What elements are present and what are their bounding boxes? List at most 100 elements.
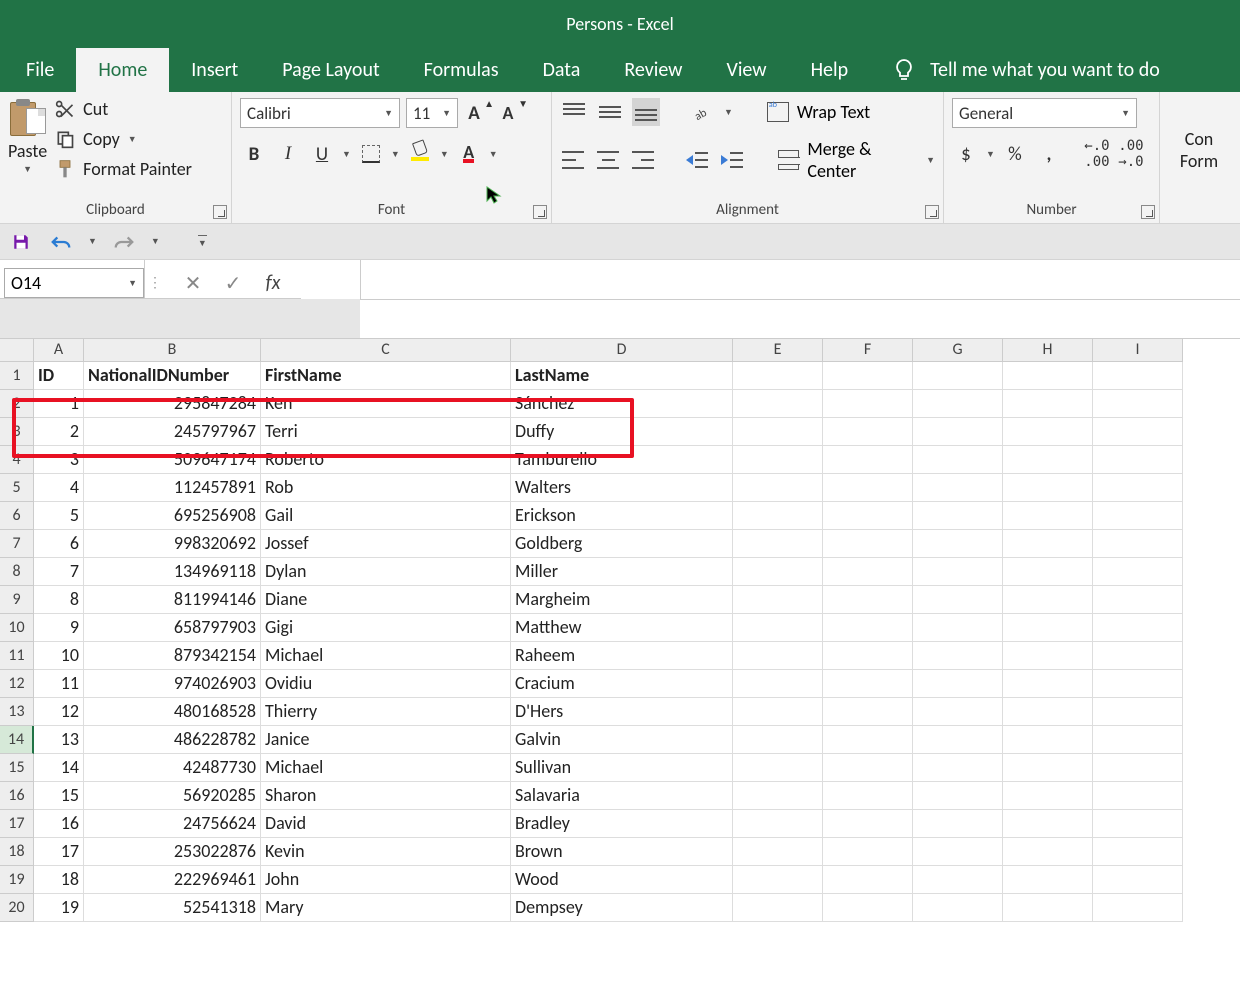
cell[interactable] [1003,754,1093,782]
cell[interactable] [733,726,823,754]
dialog-launcher-icon[interactable] [533,205,547,219]
cell[interactable] [913,502,1003,530]
cell[interactable]: Janice [261,726,511,754]
cell[interactable]: FirstName [261,362,511,390]
chevron-down-icon[interactable]: ▼ [128,134,137,145]
accounting-button[interactable]: $ [952,140,980,168]
percent-button[interactable]: % [1001,140,1029,168]
cell[interactable] [913,754,1003,782]
cell[interactable]: Diane [261,586,511,614]
cell[interactable] [1093,810,1183,838]
cell[interactable] [913,446,1003,474]
cell[interactable] [1003,418,1093,446]
cell[interactable] [733,586,823,614]
tab-page-layout[interactable]: Page Layout [260,48,401,92]
cell[interactable]: Mary [261,894,511,922]
column-header[interactable]: B [84,339,261,362]
fx-icon[interactable]: fx [255,268,291,298]
cell[interactable]: Michael [261,642,511,670]
cell[interactable]: Goldberg [511,530,733,558]
cell[interactable] [913,838,1003,866]
cell[interactable]: 14 [34,754,84,782]
cell[interactable]: 17 [34,838,84,866]
cell[interactable]: 134969118 [84,558,261,586]
tell-me-search[interactable]: Tell me what you want to do [870,48,1182,92]
name-box[interactable]: O14 ▼ [4,268,144,298]
cell[interactable] [1003,446,1093,474]
tab-insert[interactable]: Insert [169,48,260,92]
cell[interactable]: 7 [34,558,84,586]
row-header[interactable]: 13 [0,698,34,726]
cell[interactable] [823,810,913,838]
cell[interactable]: Ovidiu [261,670,511,698]
cell[interactable]: Brown [511,838,733,866]
cell[interactable] [823,474,913,502]
cell[interactable] [823,502,913,530]
cell[interactable]: 480168528 [84,698,261,726]
cell[interactable] [913,698,1003,726]
cell[interactable]: 19 [34,894,84,922]
cut-button[interactable]: Cut [55,98,192,120]
cell[interactable]: 42487730 [84,754,261,782]
cell[interactable] [913,642,1003,670]
column-header[interactable]: I [1093,339,1183,362]
column-header[interactable]: E [733,339,823,362]
cell[interactable] [733,866,823,894]
row-header[interactable]: 12 [0,670,34,698]
copy-button[interactable]: Copy ▼ [55,128,192,150]
tab-view[interactable]: View [704,48,788,92]
tab-home[interactable]: Home [76,48,169,92]
cell[interactable]: Rob [261,474,511,502]
cell[interactable] [1093,782,1183,810]
cell[interactable] [733,754,823,782]
cell[interactable] [1093,894,1183,922]
cell[interactable] [823,698,913,726]
cell[interactable]: David [261,810,511,838]
cell[interactable]: Erickson [511,502,733,530]
cell[interactable]: 11 [34,670,84,698]
cell[interactable] [733,698,823,726]
tab-file[interactable]: File [4,48,76,92]
cell[interactable] [823,838,913,866]
font-size-combo[interactable]: 11▼ [406,98,458,128]
cell[interactable]: 658797903 [84,614,261,642]
row-header[interactable]: 6 [0,502,34,530]
row-header[interactable]: 17 [0,810,34,838]
tab-formulas[interactable]: Formulas [402,48,521,92]
cell[interactable] [1093,698,1183,726]
cell[interactable] [1093,530,1183,558]
cell[interactable] [1003,866,1093,894]
cell[interactable]: Kevin [261,838,511,866]
cell[interactable] [913,670,1003,698]
qat-customize-icon[interactable]: ▼ [198,235,207,249]
decrease-decimal-button[interactable]: .00→.0 [1117,140,1145,168]
chevron-down-icon[interactable]: ▼ [986,149,995,160]
cell[interactable] [913,390,1003,418]
underline-button[interactable]: U [308,140,336,168]
cell[interactable] [1093,726,1183,754]
cell[interactable] [733,894,823,922]
cell[interactable]: 222969461 [84,866,261,894]
chevron-down-icon[interactable]: ▼ [926,155,935,166]
cell[interactable]: 52541318 [84,894,261,922]
cell[interactable]: 24756624 [84,810,261,838]
cell[interactable]: Cracium [511,670,733,698]
cell[interactable]: 4 [34,474,84,502]
cell[interactable] [913,418,1003,446]
column-header[interactable]: F [823,339,913,362]
fill-color-button[interactable] [406,140,434,168]
italic-button[interactable]: I [274,140,302,168]
cell[interactable]: 56920285 [84,782,261,810]
row-header[interactable]: 18 [0,838,34,866]
cell[interactable]: Sullivan [511,754,733,782]
dialog-launcher-icon[interactable] [213,205,227,219]
cell[interactable] [913,530,1003,558]
formula-input[interactable] [360,260,1240,300]
cell[interactable] [733,810,823,838]
format-painter-button[interactable]: Format Painter [55,158,192,180]
cell[interactable] [1093,754,1183,782]
cell[interactable]: 2 [34,418,84,446]
cell[interactable]: Sharon [261,782,511,810]
cell[interactable]: 253022876 [84,838,261,866]
cell[interactable] [1003,838,1093,866]
